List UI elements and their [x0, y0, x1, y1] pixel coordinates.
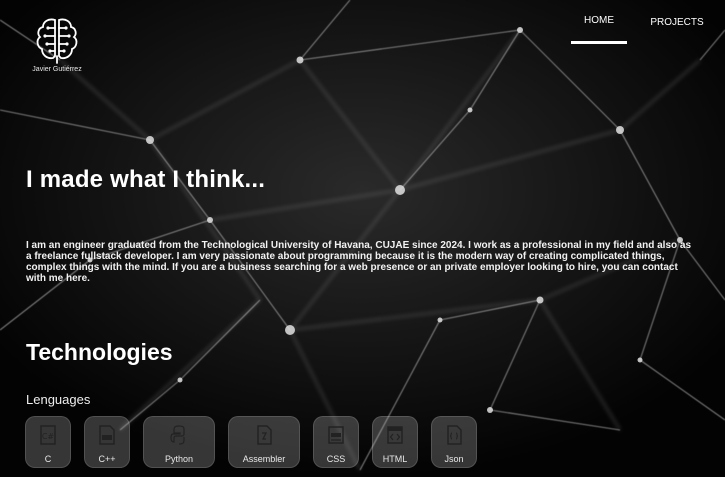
language-chip-cpp[interactable]: C++	[84, 416, 130, 468]
language-label: HTML	[382, 454, 408, 464]
nav-home-link[interactable]: HOME	[571, 0, 627, 44]
language-label: C	[44, 454, 52, 464]
language-chip-json[interactable]: Json	[431, 416, 477, 468]
language-chip-c[interactable]: C# C	[25, 416, 71, 468]
language-chip-python[interactable]: Python	[143, 416, 215, 468]
languages-subtitle: Lenguages	[26, 392, 91, 407]
technologies-title: Technologies	[26, 339, 173, 365]
svg-text:C#: C#	[42, 432, 55, 441]
python-icon	[170, 425, 185, 445]
nav-projects-link[interactable]: PROJECTS	[629, 0, 725, 44]
language-label: Json	[444, 454, 464, 464]
brain-circuit-icon	[36, 18, 78, 64]
c-file-icon: C#	[40, 425, 56, 445]
brand-logo[interactable]: Javier Gutiérrez	[24, 16, 90, 73]
json-file-icon	[447, 425, 462, 445]
css-file-icon	[328, 426, 344, 444]
languages-list: C# C C++ Python Assembler CSS HTML Json	[25, 416, 490, 468]
top-nav: HOME PROJECTS	[571, 0, 725, 44]
language-label: C++	[98, 454, 116, 464]
hero-description: I am an engineer graduated from the Tech…	[26, 240, 692, 284]
language-label: CSS	[326, 454, 346, 464]
language-label: Assembler	[242, 454, 286, 464]
language-chip-html[interactable]: HTML	[372, 416, 418, 468]
language-chip-css[interactable]: CSS	[313, 416, 359, 468]
cpp-file-icon	[99, 425, 115, 445]
hero-title: I made what I think...	[26, 166, 266, 193]
language-chip-assembler[interactable]: Assembler	[228, 416, 300, 468]
html-icon	[387, 426, 403, 444]
language-label: Python	[164, 454, 194, 464]
asm-file-icon	[257, 425, 272, 445]
brand-name: Javier Gutiérrez	[32, 66, 82, 73]
